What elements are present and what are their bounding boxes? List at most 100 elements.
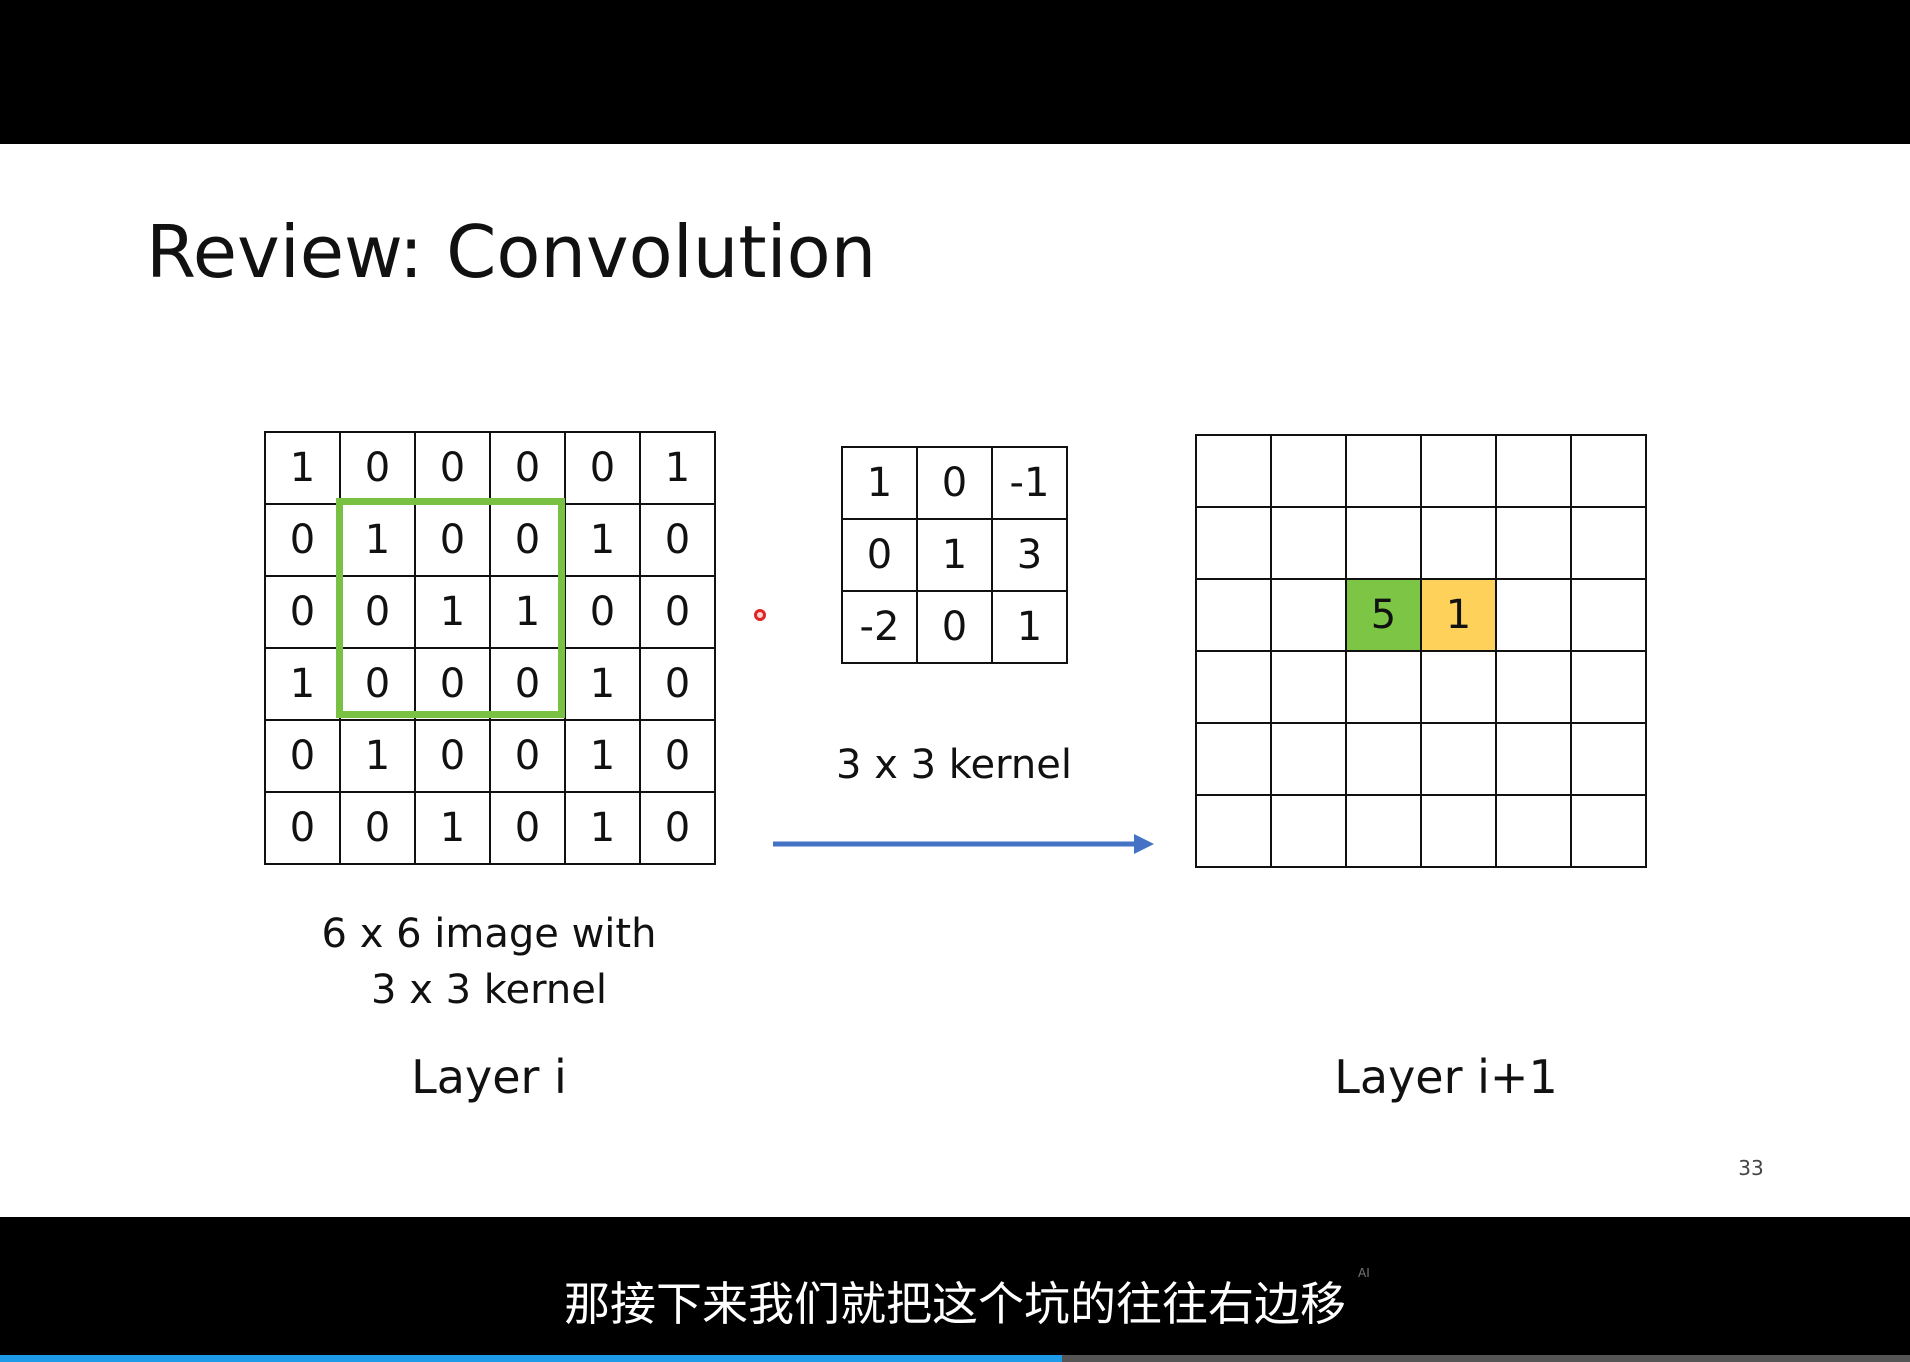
output-feature-map-grid: 51 [1195,434,1647,868]
output-grid-cell [1495,650,1572,724]
output-grid-row [1195,434,1647,508]
image-grid-cell: 0 [639,719,716,793]
image-caption-line1: 6 x 6 image with [321,911,657,957]
output-grid-cell [1270,794,1347,868]
kernel-grid: 1 0 -1 0 1 3 -2 0 1 [841,446,1068,664]
output-grid-cell [1195,578,1272,652]
layer-i-plus-1-label: Layer i+1 [1334,1050,1558,1104]
output-grid-row [1195,722,1647,796]
output-grid-cell [1495,434,1572,508]
output-grid-cell [1570,794,1647,868]
layer-i-label: Layer i [411,1050,567,1104]
output-grid-cell [1420,506,1497,580]
image-grid-cell: 0 [639,791,716,865]
image-grid-cell: 1 [414,791,491,865]
output-grid-cell [1270,434,1347,508]
output-grid-cell: 1 [1420,578,1497,652]
output-grid-cell [1570,506,1647,580]
output-grid-cell [1270,506,1347,580]
image-grid-row: 010010 [264,719,716,793]
kernel-window-highlight [336,498,565,718]
image-grid-row: 100001 [264,431,716,505]
output-grid-row [1195,650,1647,724]
image-grid-cell: 1 [264,431,341,505]
output-grid-cell [1345,434,1422,508]
slide-title: Review: Convolution [146,210,877,294]
kernel-grid-row: 1 0 -1 [841,446,1068,520]
output-grid-cell [1270,722,1347,796]
video-progress-bar[interactable] [0,1355,1910,1362]
image-grid-cell: 1 [564,503,641,577]
image-grid-cell: 0 [264,719,341,793]
image-grid-cell: 0 [564,575,641,649]
output-grid-cell [1345,506,1422,580]
output-grid-cell: 5 [1345,578,1422,652]
output-grid-cell [1345,650,1422,724]
image-grid-cell: 1 [564,791,641,865]
output-grid-cell [1195,794,1272,868]
output-grid-cell [1195,506,1272,580]
slide: Review: Convolution 10000101001000110010… [0,144,1910,1217]
image-grid-cell: 0 [414,431,491,505]
image-grid-cell: 0 [264,575,341,649]
output-grid-row [1195,506,1647,580]
image-grid-cell: 0 [564,431,641,505]
image-grid-cell: 0 [489,791,566,865]
output-grid-cell [1570,434,1647,508]
ai-badge: AI [1358,1266,1370,1280]
image-grid-cell: 0 [489,431,566,505]
image-grid-cell: 0 [639,647,716,721]
video-frame[interactable]: Review: Convolution 10000101001000110010… [0,0,1910,1362]
laser-pointer-icon [754,609,766,621]
output-grid-cell [1345,794,1422,868]
kernel-caption: 3 x 3 kernel [836,742,1072,788]
output-grid-cell [1270,578,1347,652]
kernel-grid-cell: 1 [916,518,993,592]
output-grid-cell [1495,578,1572,652]
image-grid-cell: 0 [264,503,341,577]
kernel-grid-cell: 1 [841,446,918,520]
kernel-grid-row: 013 [841,518,1068,592]
output-grid-cell [1195,434,1272,508]
image-grid-cell: 0 [414,719,491,793]
output-grid-cell [1195,650,1272,724]
image-grid-cell: 1 [339,719,416,793]
kernel-grid-cell: -1 [991,446,1068,520]
output-grid-cell [1495,722,1572,796]
output-grid-cell [1195,722,1272,796]
subtitle-text: 那接下来我们就把这个坑的往往右边移 [564,1277,1346,1331]
image-grid-cell: 1 [264,647,341,721]
output-grid-cell [1570,578,1647,652]
output-grid-cell [1495,794,1572,868]
output-grid-cell [1345,722,1422,796]
output-grid-row [1195,794,1647,868]
kernel-grid-cell: 0 [916,590,993,664]
right-arrow-icon [773,834,1154,854]
image-grid-cell: 1 [564,647,641,721]
output-grid-row: 51 [1195,578,1647,652]
image-caption-line2: 3 x 3 kernel [371,967,607,1013]
image-grid-cell: 0 [639,575,716,649]
image-grid-cell: 0 [639,503,716,577]
image-grid-cell: 1 [639,431,716,505]
image-grid-cell: 1 [564,719,641,793]
kernel-grid-row: -2 0 1 [841,590,1068,664]
kernel-grid-cell: 0 [916,446,993,520]
output-grid-cell [1420,434,1497,508]
output-grid-cell [1420,722,1497,796]
kernel-grid-cell: -2 [841,590,918,664]
output-grid-cell [1570,650,1647,724]
kernel-grid-cell: 3 [991,518,1068,592]
output-grid-cell [1495,506,1572,580]
output-grid-cell [1420,650,1497,724]
output-grid-cell [1420,794,1497,868]
output-grid-cell [1570,722,1647,796]
image-grid-row: 001010 [264,791,716,865]
image-grid-cell: 0 [339,791,416,865]
video-progress-fill [0,1355,1062,1362]
kernel-grid-cell: 1 [991,590,1068,664]
page-number: 33 [1738,1156,1764,1180]
image-grid-cell: 0 [264,791,341,865]
kernel-grid-cell: 0 [841,518,918,592]
output-grid-cell [1270,650,1347,724]
